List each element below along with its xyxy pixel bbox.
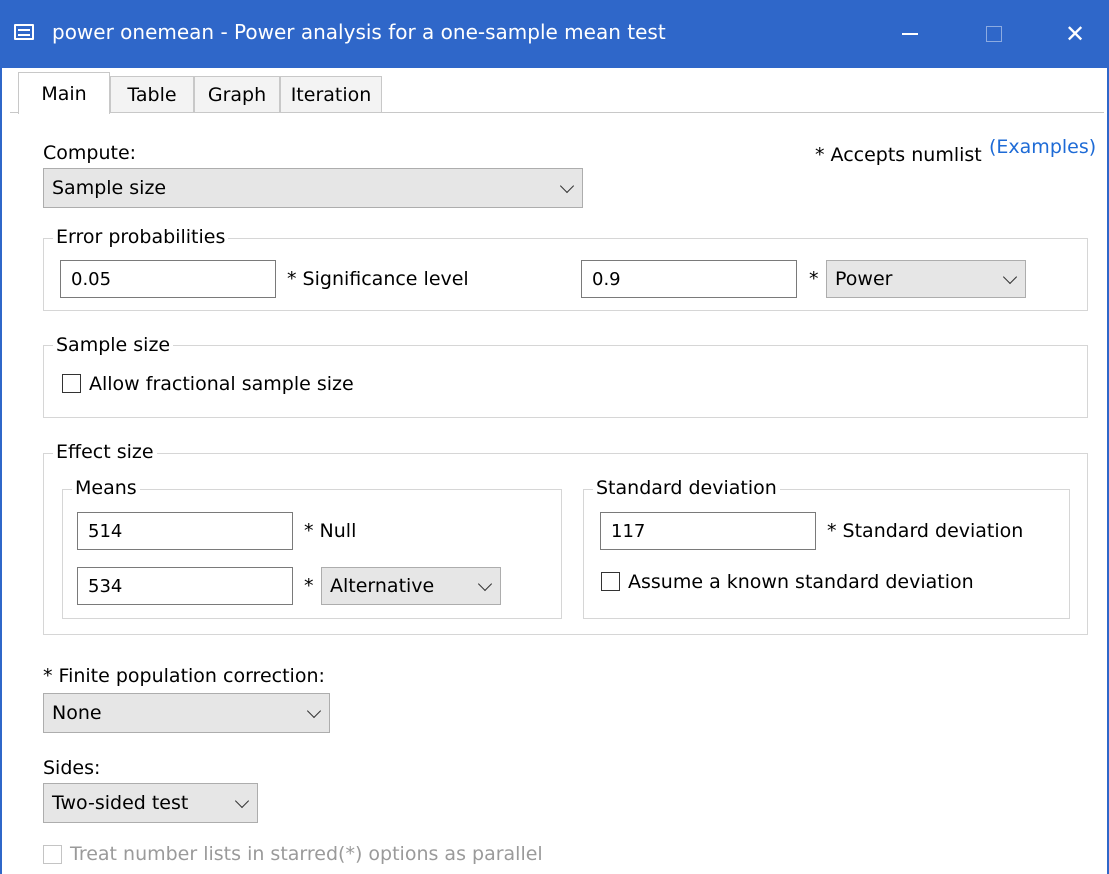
sides-label: Sides:: [43, 757, 101, 779]
tab-main[interactable]: Main: [18, 72, 110, 114]
fractional-sample-size-label: Allow fractional sample size: [89, 373, 354, 395]
tab-iteration[interactable]: Iteration: [280, 76, 382, 112]
power-select[interactable]: Power: [826, 260, 1026, 298]
error-probabilities-title: Error probabilities: [53, 226, 229, 248]
finite-population-select-value: None: [52, 702, 102, 724]
significance-level-input[interactable]: 0.05: [60, 260, 276, 298]
chevron-down-icon: [477, 576, 493, 592]
window-frame-left: [0, 68, 2, 874]
examples-link[interactable]: (Examples): [989, 136, 1096, 158]
parallel-numlist-checkbox[interactable]: [43, 845, 62, 864]
parallel-numlist-label: Treat number lists in starred(*) options…: [70, 843, 543, 865]
null-mean-label: * Null: [304, 520, 357, 542]
compute-select-value: Sample size: [52, 177, 167, 199]
alternative-mean-input[interactable]: 534: [77, 567, 293, 605]
standard-deviation-group: [583, 489, 1070, 619]
minimize-icon[interactable]: [887, 12, 933, 56]
chevron-down-icon: [306, 703, 322, 719]
compute-select[interactable]: Sample size: [43, 168, 583, 208]
significance-level-label: * Significance level: [287, 268, 469, 290]
null-mean-input[interactable]: 514: [77, 512, 293, 550]
effect-size-title: Effect size: [53, 441, 157, 463]
accepts-numlist-note: * Accepts numlist: [815, 144, 982, 166]
sample-size-title: Sample size: [53, 334, 174, 356]
tab-strip-border: [10, 112, 1104, 113]
chevron-down-icon: [559, 178, 575, 194]
sides-select[interactable]: Two-sided test: [43, 783, 258, 823]
power-star: *: [809, 268, 819, 290]
standard-deviation-input[interactable]: 117: [600, 512, 816, 550]
power-select-value: Power: [835, 268, 893, 290]
window-title: power onemean - Power analysis for a one…: [52, 20, 666, 44]
chevron-down-icon: [234, 793, 250, 809]
maximize-icon[interactable]: [971, 12, 1017, 56]
tab-graph[interactable]: Graph: [194, 76, 280, 112]
fractional-sample-size-checkbox[interactable]: [62, 374, 81, 393]
close-icon[interactable]: ✕: [1052, 12, 1098, 56]
finite-population-select[interactable]: None: [43, 693, 330, 733]
tab-table[interactable]: Table: [110, 76, 194, 112]
sides-select-value: Two-sided test: [52, 792, 189, 814]
known-sd-label: Assume a known standard deviation: [628, 571, 974, 593]
known-sd-checkbox[interactable]: [601, 572, 620, 591]
alternative-select-value: Alternative: [330, 575, 435, 597]
finite-population-label: * Finite population correction:: [43, 665, 325, 687]
means-title: Means: [72, 477, 140, 499]
standard-deviation-title: Standard deviation: [593, 477, 780, 499]
compute-label: Compute:: [43, 142, 137, 164]
alternative-select[interactable]: Alternative: [321, 567, 501, 605]
chevron-down-icon: [1002, 269, 1018, 285]
power-input[interactable]: 0.9: [581, 260, 797, 298]
standard-deviation-label: * Standard deviation: [827, 520, 1024, 542]
alternative-star: *: [304, 575, 314, 597]
title-bar[interactable]: power onemean - Power analysis for a one…: [0, 0, 1109, 68]
app-icon: [14, 24, 34, 40]
